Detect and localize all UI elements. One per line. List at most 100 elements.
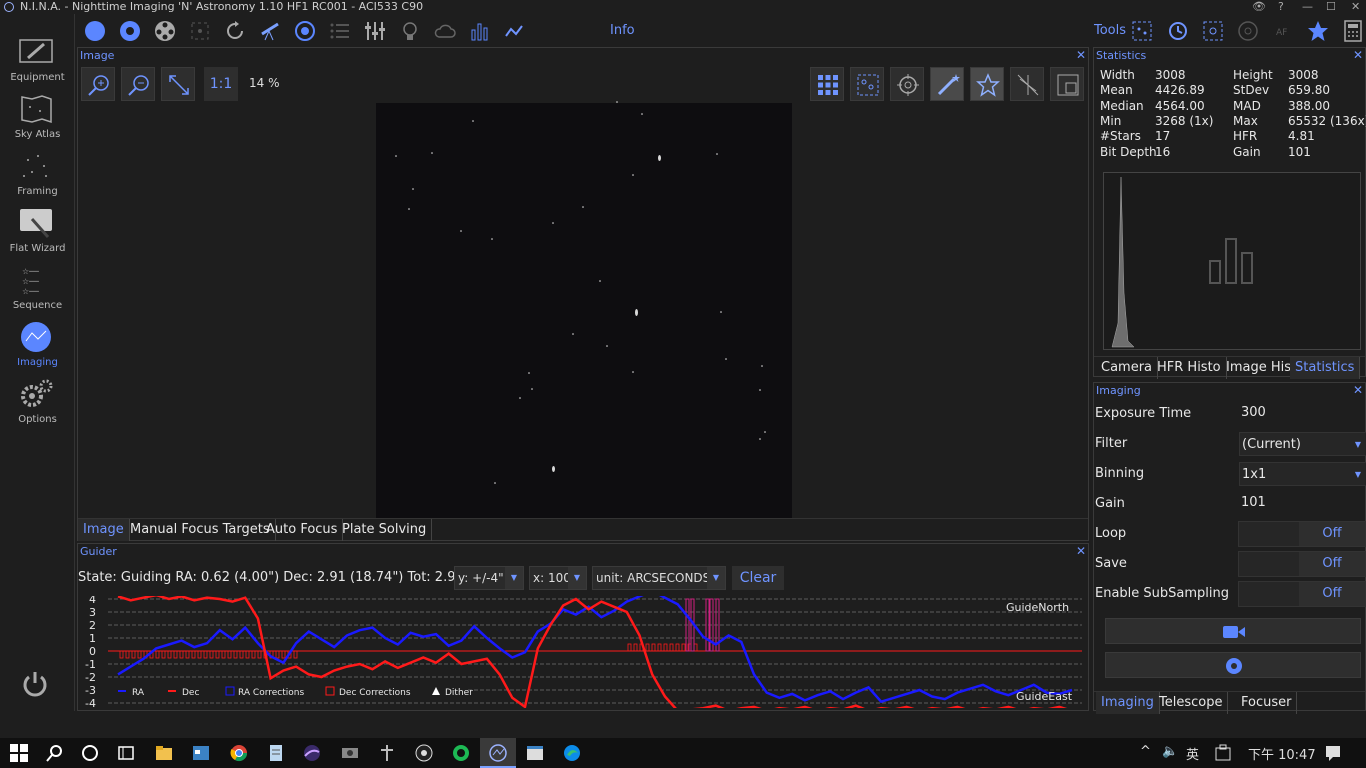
history-icon[interactable] (1167, 20, 1189, 42)
sequence-list-icon[interactable] (329, 20, 351, 42)
eye-icon[interactable]: 👁 (1252, 0, 1266, 14)
window-title: N.I.N.A. - Nighttime Imaging 'N' Astrono… (20, 0, 424, 13)
chevron-down-icon: ▼ (1354, 440, 1362, 449)
window-app-icon[interactable] (526, 744, 544, 762)
tab-image-histogram[interactable]: Image His (1221, 357, 1298, 379)
polar-align-icon[interactable] (1237, 20, 1259, 42)
aperture-icon[interactable] (119, 20, 141, 42)
info-graph-icon[interactable] (504, 20, 526, 42)
star-icon[interactable] (1307, 20, 1329, 42)
nina-taskbar-button[interactable] (480, 738, 516, 768)
stellarium-icon[interactable] (303, 744, 321, 762)
close-button[interactable]: ✕ (1351, 0, 1360, 14)
hfr-icon[interactable] (1202, 20, 1224, 42)
guider-icon[interactable] (294, 20, 316, 42)
star-detection-icon[interactable] (1131, 20, 1153, 42)
sidebar-item-flat-wizard[interactable]: Flat Wizard (0, 203, 75, 260)
sidebar-item-options[interactable]: Options (0, 374, 75, 431)
tab-statistics[interactable]: Statistics (1290, 357, 1361, 379)
search-icon[interactable] (46, 744, 64, 762)
binning-select[interactable]: 1x1 ▼ (1239, 462, 1366, 486)
edge-icon[interactable] (563, 744, 581, 762)
tab-manual-focus-targets[interactable]: Manual Focus Targets (125, 519, 276, 541)
volume-icon[interactable]: 🔈 (1162, 744, 1178, 759)
tab-telescope[interactable]: Telescope (1154, 692, 1229, 714)
calculator-icon[interactable] (1342, 20, 1364, 42)
flat-panel-bulb-icon[interactable] (399, 20, 421, 42)
detect-stars-button[interactable] (970, 67, 1004, 101)
chrome-icon[interactable] (230, 744, 248, 762)
cortana-icon[interactable] (81, 744, 99, 762)
close-icon[interactable]: ✕ (1353, 48, 1363, 62)
dec-correction-bar (251, 650, 256, 659)
astro-app-icon[interactable] (415, 744, 433, 762)
x-scale-select[interactable]: x: 100 ▼ (529, 566, 587, 590)
phd2-icon[interactable] (341, 744, 359, 762)
grid-overlay-button[interactable] (810, 67, 844, 101)
maximize-button[interactable]: ☐ (1326, 0, 1336, 14)
telescope-icon[interactable] (259, 20, 281, 42)
tab-camera[interactable]: Camera (1096, 357, 1159, 379)
windows-start-icon[interactable] (10, 744, 28, 762)
y-scale-select[interactable]: y: +/-4" ▼ (454, 566, 524, 590)
start-capture-button[interactable] (1105, 618, 1361, 644)
filter-select[interactable]: (Current) ▼ (1239, 432, 1366, 456)
clear-button[interactable]: Clear (732, 566, 784, 590)
close-icon[interactable]: ✕ (1076, 544, 1086, 558)
focuser-icon[interactable] (189, 20, 211, 42)
notepad-icon[interactable] (267, 744, 285, 762)
show-hidden-icons-icon[interactable]: ^ (1140, 744, 1151, 759)
snapshot-button[interactable] (1105, 652, 1361, 678)
help-icon[interactable]: ? (1278, 0, 1284, 14)
crosshair-button[interactable] (890, 67, 924, 101)
switch-icon[interactable] (364, 20, 386, 42)
ime-icon[interactable] (1214, 744, 1232, 762)
sidebar-item-sky-atlas[interactable]: Sky Atlas (0, 89, 75, 146)
camera-circle-icon[interactable] (84, 20, 106, 42)
tab-focuser[interactable]: Focuser (1236, 692, 1298, 714)
autofocus-icon[interactable]: AF (1272, 20, 1294, 42)
subsampling-toggle[interactable]: Off (1238, 581, 1366, 607)
dec-correction-bar (197, 650, 202, 659)
zoom-in-button[interactable] (81, 67, 115, 101)
bar-chart-icon[interactable] (469, 20, 491, 42)
filter-wheel-icon[interactable] (154, 20, 176, 42)
app-window-icon[interactable] (192, 744, 210, 762)
rotator-icon[interactable] (224, 20, 246, 42)
star-detection-button[interactable] (850, 67, 884, 101)
subframe-button[interactable] (1050, 67, 1084, 101)
info-tab-label[interactable]: Info (610, 23, 635, 38)
file-explorer-icon[interactable] (155, 744, 173, 762)
captured-image[interactable] (376, 101, 792, 519)
exposure-time-input[interactable]: 300 (1239, 401, 1366, 425)
save-toggle[interactable]: Off (1238, 551, 1366, 577)
auto-stretch-button[interactable] (930, 67, 964, 101)
minimize-button[interactable]: — (1302, 0, 1313, 14)
power-icon[interactable] (20, 669, 50, 699)
fit-to-window-button[interactable] (161, 67, 195, 101)
stat-key: Median (1100, 98, 1144, 113)
tab-imaging[interactable]: Imaging (1096, 692, 1160, 714)
weather-cloud-icon[interactable] (434, 20, 456, 42)
bahtinov-button[interactable] (1010, 67, 1044, 101)
close-icon[interactable]: ✕ (1353, 383, 1363, 397)
tab-auto-focus[interactable]: Auto Focus (261, 519, 344, 541)
task-view-icon[interactable] (117, 744, 135, 762)
green-app-icon[interactable] (452, 744, 470, 762)
sidebar-item-imaging[interactable]: Imaging (0, 317, 75, 374)
tab-plate-solving[interactable]: Plate Solving (337, 519, 433, 541)
input-language-indicator[interactable]: 英 (1186, 744, 1199, 763)
sidebar-item-framing[interactable]: Framing (0, 146, 75, 203)
zoom-out-button[interactable] (121, 67, 155, 101)
unit-select[interactable]: unit: ARCSECONDS ▼ (592, 566, 726, 590)
notifications-icon[interactable] (1324, 744, 1342, 762)
tab-hfr-histo[interactable]: HFR Histo (1152, 357, 1227, 379)
close-icon[interactable]: ✕ (1076, 48, 1086, 62)
zoom-1to1-button[interactable]: 1:1 (204, 67, 238, 101)
sidebar-item-sequence[interactable]: ☆── ☆── ☆── Sequence (0, 260, 75, 317)
ascom-icon[interactable] (378, 744, 396, 762)
tab-image[interactable]: Image (78, 519, 130, 541)
sidebar-item-equipment[interactable]: Equipment (0, 32, 75, 89)
gain-input[interactable]: 101 (1239, 491, 1366, 515)
loop-toggle[interactable]: Off (1238, 521, 1366, 547)
